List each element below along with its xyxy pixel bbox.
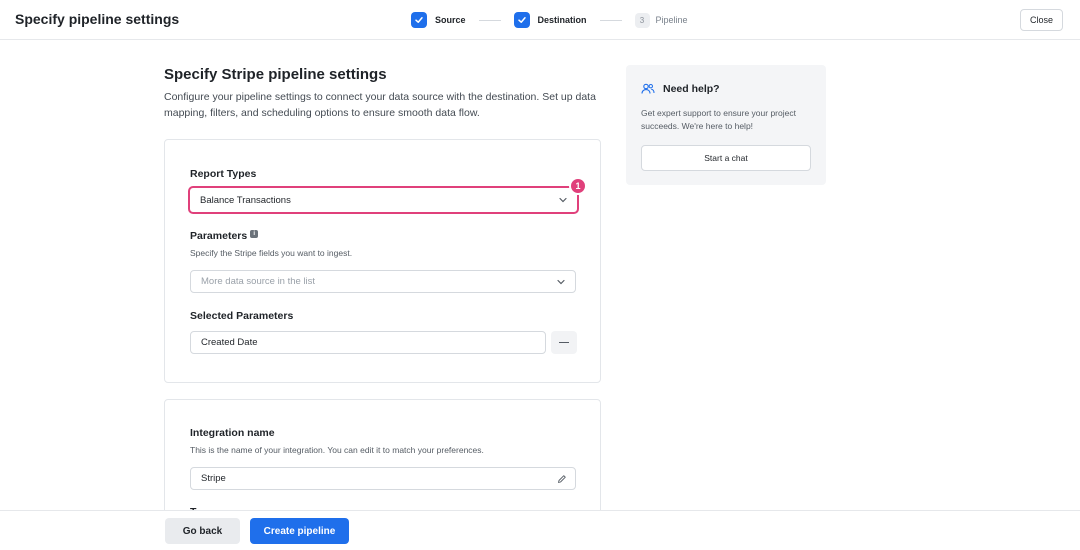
help-panel: Need help? Get expert support to ensure … bbox=[626, 65, 826, 185]
create-pipeline-button[interactable]: Create pipeline bbox=[250, 518, 349, 544]
step-label: Pipeline bbox=[655, 15, 688, 25]
users-icon bbox=[641, 83, 655, 94]
check-icon bbox=[411, 12, 427, 28]
page-title: Specify Stripe pipeline settings bbox=[164, 66, 387, 83]
close-button[interactable]: Close bbox=[1020, 9, 1063, 31]
chevron-down-icon bbox=[557, 279, 565, 284]
page-header-title: Specify pipeline settings bbox=[15, 11, 180, 27]
integration-name-help: This is the name of your integration. Yo… bbox=[190, 445, 484, 455]
parameters-help: Specify the Stripe fields you want to in… bbox=[190, 248, 353, 258]
step-label: Source bbox=[435, 15, 466, 25]
minus-icon bbox=[559, 342, 569, 343]
annotation-badge: 1 bbox=[569, 177, 587, 195]
progress-stepper: Source Destination 3 Pipeline bbox=[411, 11, 688, 29]
step-source: Source bbox=[411, 12, 466, 28]
pencil-icon[interactable] bbox=[557, 474, 567, 484]
integration-name-input[interactable]: Stripe bbox=[190, 467, 576, 490]
step-number: 3 bbox=[634, 12, 650, 28]
info-icon[interactable]: i bbox=[250, 230, 259, 238]
step-connector bbox=[478, 19, 501, 21]
parameters-label: Parameters i bbox=[190, 230, 259, 242]
footer-bar: Go back Create pipeline bbox=[0, 510, 1080, 550]
report-types-select[interactable]: Balance Transactions bbox=[188, 186, 579, 214]
integration-name-label: Integration name bbox=[190, 427, 275, 439]
step-destination: Destination bbox=[513, 12, 587, 28]
chevron-down-icon bbox=[559, 197, 567, 203]
report-settings-card: Report Types Balance Transactions Parame… bbox=[164, 139, 601, 383]
report-types-value: Balance Transactions bbox=[200, 194, 291, 206]
step-connector bbox=[599, 19, 622, 21]
step-label: Destination bbox=[537, 15, 587, 25]
go-back-button[interactable]: Go back bbox=[165, 518, 240, 544]
remove-parameter-button[interactable] bbox=[551, 331, 577, 354]
top-bar: Specify pipeline settings Source Destina… bbox=[0, 0, 1080, 40]
help-title: Need help? bbox=[663, 83, 720, 95]
parameters-select[interactable]: More data source in the list bbox=[190, 270, 576, 293]
step-pipeline: 3 Pipeline bbox=[634, 12, 688, 28]
report-types-label: Report Types bbox=[190, 168, 257, 180]
start-chat-button[interactable]: Start a chat bbox=[641, 145, 811, 171]
check-icon bbox=[513, 12, 530, 28]
page-description: Configure your pipeline settings to conn… bbox=[164, 91, 596, 119]
selected-parameters-label: Selected Parameters bbox=[190, 310, 294, 322]
selected-parameter-value: Created Date bbox=[201, 337, 258, 348]
integration-name-value: Stripe bbox=[201, 473, 226, 484]
selected-parameter-field[interactable]: Created Date bbox=[190, 331, 546, 354]
parameters-label-text: Parameters bbox=[190, 230, 248, 242]
parameters-placeholder: More data source in the list bbox=[201, 276, 316, 287]
help-description: Get expert support to ensure your projec… bbox=[641, 108, 796, 131]
